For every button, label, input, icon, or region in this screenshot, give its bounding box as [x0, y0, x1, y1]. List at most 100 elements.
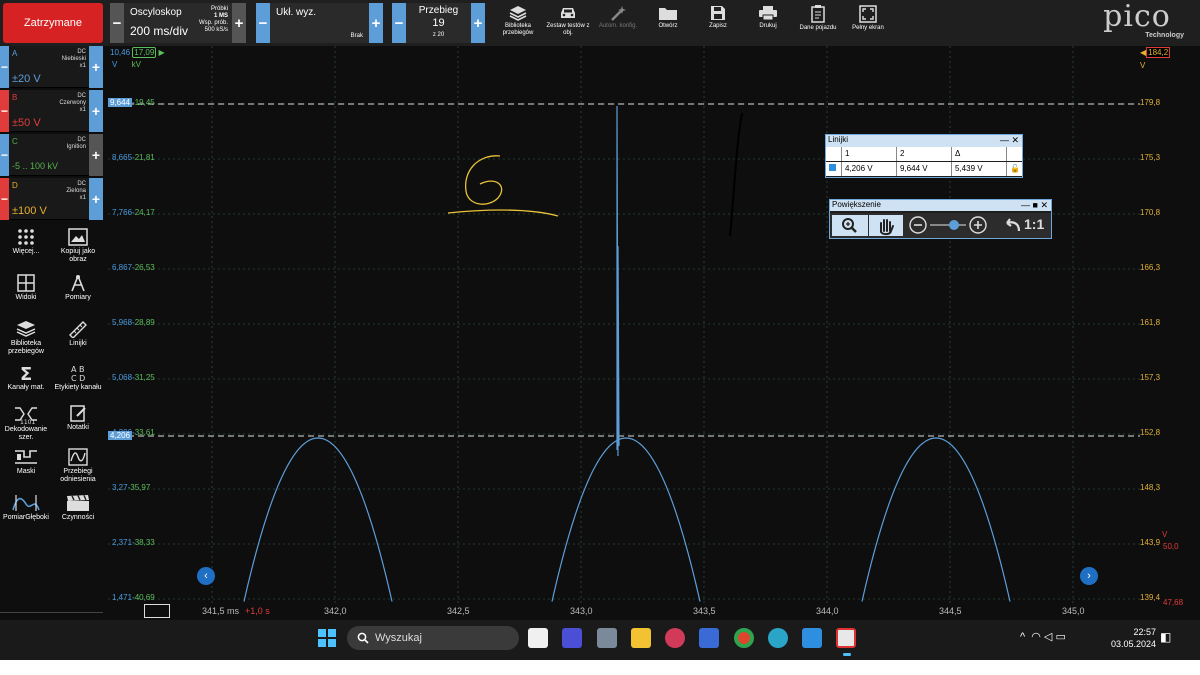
rulers-window-controls[interactable]: — ✕	[1000, 135, 1019, 146]
capture-value[interactable]: 19	[406, 17, 471, 29]
channel-d-letter: D	[12, 181, 18, 190]
channel-b-range[interactable]: ±50 V	[12, 117, 41, 129]
channel-d-range[interactable]: ±100 V	[12, 205, 47, 217]
undo-zoom-icon[interactable]	[1002, 216, 1022, 234]
save-button[interactable]: Zapisz	[692, 2, 744, 44]
time-marker-box[interactable]	[144, 604, 170, 618]
channel-c-range[interactable]: -5 .. 100 kV	[12, 161, 58, 171]
stop-button[interactable]: Zatrzymane	[3, 3, 103, 43]
capture-next-button[interactable]: +	[471, 3, 485, 43]
channel-d-probe: Zielona	[66, 188, 86, 194]
auto-setup-button[interactable]: Autom. konfig.	[592, 2, 644, 44]
timebase-plus-button[interactable]: +	[232, 3, 246, 43]
measurements-tool[interactable]: Pomiary	[52, 272, 104, 318]
views-tool[interactable]: Widoki	[0, 272, 52, 318]
zoom-pan-button[interactable]	[869, 215, 903, 236]
vehicle-data-button[interactable]: Dane pojazdu	[792, 2, 844, 44]
channel-d-minus-button[interactable]: −	[0, 178, 9, 220]
timebase-title: Oscyloskop	[130, 7, 182, 18]
store-icon[interactable]	[528, 628, 548, 648]
scope-graph[interactable]	[108, 46, 1140, 604]
channel-c-letter: C	[12, 137, 18, 146]
zoom-titlebar[interactable]: Powiększenie — ■ ✕	[830, 200, 1051, 211]
notes-tool[interactable]: Notatki	[52, 402, 104, 448]
trigger-plus-button[interactable]: +	[369, 3, 383, 43]
actions-label: Czynności	[61, 514, 95, 521]
app-icon[interactable]	[562, 628, 582, 648]
fullscreen-button[interactable]: Pełny ekran	[842, 2, 894, 44]
rulers-window[interactable]: Linijki — ✕ 1 2 Δ 4,206 V 9,644 V 5,439 …	[825, 134, 1023, 178]
actions-tool[interactable]: Czynności	[52, 492, 104, 538]
channel-b-minus-button[interactable]: −	[0, 90, 9, 132]
clapper-icon	[67, 495, 89, 511]
picoscope-taskbar-icon[interactable]	[836, 628, 856, 648]
save-app-icon[interactable]	[699, 628, 719, 648]
scroll-left-button[interactable]: ‹	[197, 567, 215, 585]
right-tick: 166,3	[1140, 263, 1161, 272]
zoom-window[interactable]: Powiększenie — ■ ✕ 1:1	[829, 199, 1052, 239]
rulers-tool[interactable]: Linijki	[52, 318, 104, 364]
reference-waveforms-tool[interactable]: Przebiegi odniesienia	[52, 446, 104, 492]
channel-b-mult: x1	[79, 107, 86, 113]
date: 03.05.2024	[1110, 639, 1156, 649]
rulers-value-delta: 5,439 V	[952, 162, 1007, 176]
channel-c-minus-button[interactable]: −	[0, 134, 9, 176]
more-tool[interactable]: Więcej...	[0, 226, 52, 272]
capture-prev-button[interactable]: −	[392, 3, 406, 43]
chrome-icon[interactable]	[734, 628, 754, 648]
zoom-slider[interactable]	[908, 215, 988, 236]
channel-d[interactable]: − D DC Zielona x1 ±100 V +	[0, 178, 103, 220]
windows-start-icon[interactable]	[317, 628, 337, 648]
masks-tool[interactable]: Maski	[0, 446, 52, 492]
calculator-icon[interactable]	[597, 628, 617, 648]
copy-image-tool[interactable]: Kopiuj jako obraz	[52, 226, 104, 272]
tray-icons[interactable]: ^ ◠ ◁ ▭	[1020, 630, 1066, 643]
library-button[interactable]: Biblioteka przebiegów	[492, 2, 544, 44]
channel-a[interactable]: − A DC Niebieski x1 ±20 V +	[0, 46, 103, 88]
ruler-low-handle[interactable]: 4,206	[108, 431, 133, 440]
serial-decode-tool[interactable]: 1101 Dekodowanie szer.	[0, 402, 52, 448]
timebase-minus-button[interactable]: −	[110, 3, 124, 43]
channel-c-plus-button[interactable]: +	[89, 134, 103, 176]
rulers-header-delta: Δ	[952, 147, 1007, 161]
channel-b[interactable]: − B DC Czerwony x1 ±50 V +	[0, 90, 103, 132]
channel-b-letter: B	[12, 93, 18, 102]
print-button[interactable]: Drukuj	[742, 2, 794, 44]
ruler-high-handle[interactable]: 9,644	[108, 98, 133, 107]
lock-icon[interactable]: 🔓	[1007, 162, 1022, 176]
search-placeholder: Wyszukaj	[375, 632, 422, 644]
vehicle-tests-button[interactable]: Zestaw testów z obj.	[542, 2, 594, 44]
deep-measure-tool[interactable]: PomiarGłęboki	[0, 492, 52, 538]
zoom-window-controls[interactable]: — ■ ✕	[1021, 200, 1048, 211]
channel-d-plus-button[interactable]: +	[89, 178, 103, 220]
vehicle-tests-label: Zestaw testów z obj.	[546, 23, 590, 36]
game-icon[interactable]	[665, 628, 685, 648]
rulers-titlebar[interactable]: Linijki — ✕	[826, 135, 1022, 147]
scroll-right-button[interactable]: ›	[1080, 567, 1098, 585]
channel-b-plus-button[interactable]: +	[89, 90, 103, 132]
notification-icon[interactable]: ◧	[1160, 630, 1171, 644]
left-tick-a: 7,766	[112, 208, 133, 217]
trigger-mode[interactable]: Brak	[351, 33, 363, 39]
hand-icon	[880, 219, 894, 236]
file-explorer-icon[interactable]	[631, 628, 651, 648]
taskbar-search[interactable]: Wyszukaj	[347, 626, 519, 650]
zoom-magnifier-button[interactable]	[832, 215, 868, 236]
library-tool-label: Biblioteka przebiegów	[8, 340, 44, 355]
channel-a-range[interactable]: ±20 V	[12, 73, 41, 85]
library-tool[interactable]: Biblioteka przebiegów	[0, 318, 52, 364]
rulers-header: 1 2 Δ	[826, 147, 1022, 161]
deep-measure-label: PomiarGłęboki	[3, 514, 49, 521]
open-button[interactable]: Otwórz	[642, 2, 694, 44]
picoscope-window: Zatrzymane − Oscyloskop 200 ms/div Próbk…	[0, 0, 1200, 660]
rulers-label: Linijki	[69, 340, 87, 347]
monitor-icon[interactable]	[802, 628, 822, 648]
channel-c[interactable]: − C DC Ignition -5 .. 100 kV +	[0, 134, 103, 176]
channel-a-plus-button[interactable]: +	[89, 46, 103, 88]
channel-a-minus-button[interactable]: −	[0, 46, 9, 88]
browser-icon[interactable]	[768, 628, 788, 648]
clock[interactable]: 22:57 03.05.2024	[1100, 626, 1156, 650]
trigger-minus-button[interactable]: −	[256, 3, 270, 43]
zoom-ratio-button[interactable]: 1:1	[1024, 216, 1044, 232]
timebase-value[interactable]: 200 ms/div	[130, 24, 188, 38]
